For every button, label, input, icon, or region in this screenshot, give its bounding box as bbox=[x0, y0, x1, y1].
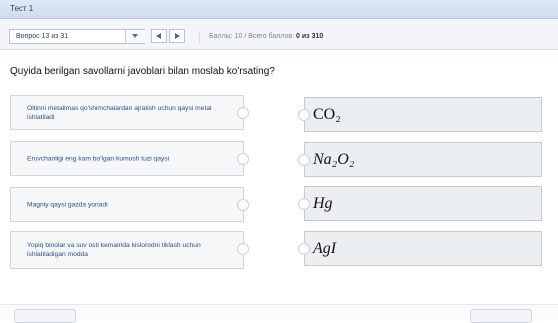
question-card-4[interactable]: Yopiq binolar va suv osti kemalrida kisl… bbox=[10, 231, 249, 269]
score-label: Баллы: 10 bbox=[209, 33, 243, 40]
question-card-1[interactable]: Oltinni metallmas qo'shimchalardan ajrat… bbox=[10, 95, 249, 130]
connector-notch bbox=[298, 243, 310, 255]
connector-notch bbox=[237, 153, 249, 165]
answer-formula: CO₂ bbox=[313, 106, 341, 123]
question-card-2[interactable]: Eruvchanligi eng kam bo'lgan kumush tuzi… bbox=[10, 141, 249, 176]
total-value: 0 из 310 bbox=[296, 33, 324, 40]
connector-notch bbox=[237, 107, 249, 119]
question-card-text: Oltinni metallmas qo'shimchalardan ajrat… bbox=[27, 104, 212, 121]
answer-card-3[interactable]: Hg bbox=[298, 186, 542, 221]
question-select[interactable]: Вопрос 13 из 31 bbox=[9, 29, 145, 44]
bottom-right-button[interactable] bbox=[470, 309, 532, 323]
answer-card-4[interactable]: AgI bbox=[298, 231, 542, 266]
connector-notch bbox=[298, 154, 310, 166]
score-separator: / bbox=[244, 33, 247, 40]
chevron-down-icon bbox=[132, 34, 138, 38]
title-bar: Тест 1 bbox=[0, 0, 558, 19]
question-text: Quyida berilgan savollarni javoblari bil… bbox=[10, 66, 275, 77]
answer-formula: Hg bbox=[313, 195, 333, 212]
next-question-button[interactable] bbox=[169, 29, 185, 43]
score-info: Баллы: 10 / Всего баллов: 0 из 310 bbox=[209, 33, 323, 40]
arrow-left-icon bbox=[156, 33, 161, 39]
connector-notch bbox=[298, 198, 310, 210]
arrow-right-icon bbox=[175, 33, 180, 39]
dropdown-button[interactable] bbox=[125, 30, 145, 43]
answer-formula: AgI bbox=[313, 240, 337, 257]
question-card-text: Yopiq binolar va suv osti kemalrida kisl… bbox=[27, 242, 201, 258]
answer-card-1[interactable]: CO₂ bbox=[298, 97, 542, 132]
connector-notch bbox=[237, 199, 249, 211]
bottom-left-button[interactable] bbox=[14, 309, 76, 323]
total-label: Всего баллов: bbox=[248, 33, 297, 40]
connector-notch bbox=[237, 243, 249, 255]
answer-card-2[interactable]: Na₂O₂ bbox=[298, 142, 542, 177]
question-card-text: Eruvchanligi eng kam bo'lgan kumush tuzi… bbox=[27, 155, 170, 162]
connector-notch bbox=[298, 109, 310, 121]
prev-question-button[interactable] bbox=[151, 29, 167, 43]
question-card-3[interactable]: Magniy qaysi gazda yonadi bbox=[10, 187, 249, 222]
question-select-value: Вопрос 13 из 31 bbox=[16, 33, 69, 40]
window-title: Тест 1 bbox=[10, 4, 34, 13]
answer-formula: Na₂O₂ bbox=[313, 151, 355, 168]
question-card-text: Magniy qaysi gazda yonadi bbox=[27, 201, 108, 208]
test-window: Тест 1 Вопрос 13 из 31 Баллы: 10 / Всего… bbox=[0, 0, 558, 323]
toolbar-divider bbox=[199, 31, 200, 43]
